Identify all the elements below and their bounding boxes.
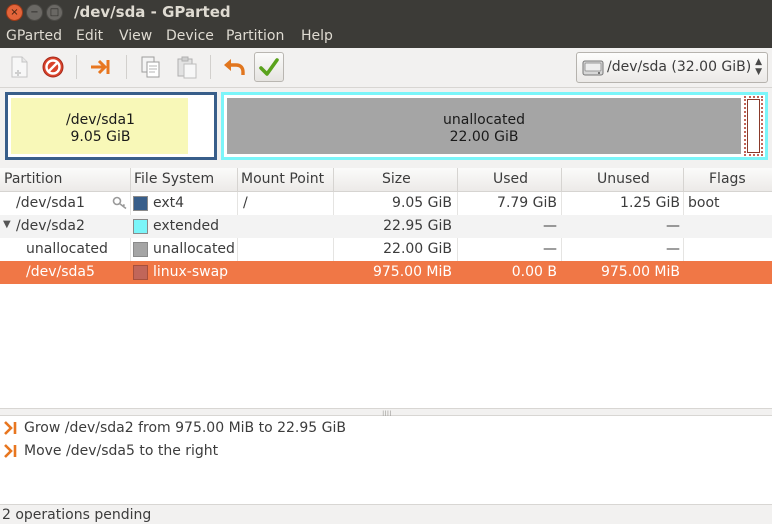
new-partition-button[interactable] bbox=[4, 52, 34, 82]
undo-button[interactable] bbox=[219, 52, 249, 82]
cell-mount-point: / bbox=[243, 195, 248, 211]
cell-partition: /dev/sda2 bbox=[16, 218, 85, 234]
close-window-button[interactable]: × bbox=[6, 4, 23, 21]
partition-map: /dev/sda1 9.05 GiB unallocated 22.00 GiB bbox=[0, 88, 772, 166]
cell-partition: unallocated bbox=[26, 241, 108, 257]
cell-size: 9.05 GiB bbox=[392, 195, 452, 211]
window-title: /dev/sda - GParted bbox=[74, 3, 231, 21]
filesystem-color-swatch bbox=[133, 196, 148, 211]
map-sda1-name: /dev/sda1 bbox=[66, 112, 135, 128]
operation-icon bbox=[4, 421, 17, 435]
device-label: /dev/sda (32.00 GiB) bbox=[607, 59, 752, 75]
cell-unused: — bbox=[666, 241, 680, 257]
cell-flags: boot bbox=[688, 195, 720, 211]
cell-filesystem: unallocated bbox=[153, 241, 235, 257]
operation-text: Grow /dev/sda2 from 975.00 MiB to 22.95 … bbox=[24, 420, 346, 436]
map-partition-sda1[interactable]: /dev/sda1 9.05 GiB bbox=[5, 92, 217, 160]
new-icon bbox=[11, 56, 28, 78]
lock-icon bbox=[112, 196, 127, 210]
menu-view[interactable]: View bbox=[119, 28, 152, 44]
cell-unused: — bbox=[666, 218, 680, 234]
column-header-flags[interactable]: Flags bbox=[709, 171, 746, 187]
undo-icon bbox=[224, 59, 245, 75]
map-unallocated-size: 22.00 GiB bbox=[449, 129, 519, 145]
menu-gparted[interactable]: GParted bbox=[6, 28, 62, 44]
cell-unused: 975.00 MiB bbox=[600, 264, 680, 280]
cell-size: 22.95 GiB bbox=[383, 218, 452, 234]
menu-device[interactable]: Device bbox=[166, 28, 214, 44]
cell-size: 975.00 MiB bbox=[372, 264, 452, 280]
resize-move-button[interactable] bbox=[86, 52, 116, 82]
status-text: 2 operations pending bbox=[2, 507, 152, 523]
status-bar: 2 operations pending bbox=[0, 504, 772, 524]
table-row[interactable]: /dev/sda1 ext4 / 9.05 GiB 7.79 GiB 1.25 … bbox=[0, 192, 772, 215]
menu-bar: GParted Edit View Device Partition Help bbox=[0, 25, 772, 48]
column-header-mount-point[interactable]: Mount Point bbox=[241, 171, 324, 187]
apply-button[interactable] bbox=[254, 52, 284, 82]
cell-size: 22.00 GiB bbox=[383, 241, 452, 257]
cell-used: 7.79 GiB bbox=[497, 195, 557, 211]
title-bar: × − □ /dev/sda - GParted bbox=[0, 0, 772, 25]
delete-icon bbox=[42, 56, 64, 78]
cell-filesystem: extended bbox=[153, 218, 220, 234]
cell-partition: /dev/sda1 bbox=[16, 195, 85, 211]
table-row[interactable]: unallocated unallocated 22.00 GiB — — bbox=[0, 238, 772, 261]
cell-partition: /dev/sda5 bbox=[26, 264, 95, 280]
harddisk-icon bbox=[582, 60, 604, 76]
filesystem-color-swatch bbox=[133, 265, 148, 280]
table-row-selected[interactable]: /dev/sda5 linux-swap 975.00 MiB 0.00 B 9… bbox=[0, 261, 772, 284]
operation-item[interactable]: Move /dev/sda5 to the right bbox=[0, 440, 772, 463]
copy-button[interactable] bbox=[136, 52, 166, 82]
filesystem-color-swatch bbox=[133, 242, 148, 257]
copy-icon bbox=[141, 56, 160, 78]
column-header-used[interactable]: Used bbox=[493, 171, 528, 187]
filesystem-color-swatch bbox=[133, 219, 148, 234]
map-unallocated[interactable]: unallocated 22.00 GiB bbox=[227, 98, 741, 154]
table-header: Partition File System Mount Point Size U… bbox=[0, 168, 772, 192]
cell-used: — bbox=[543, 241, 557, 257]
chevron-updown-icon: ▲ ▼ bbox=[755, 57, 762, 77]
cell-unused: 1.25 GiB bbox=[620, 195, 680, 211]
partition-table: Partition File System Mount Point Size U… bbox=[0, 168, 772, 408]
expander-arrow-icon[interactable]: ▼ bbox=[3, 219, 11, 230]
menu-help[interactable]: Help bbox=[301, 28, 333, 44]
resize-move-icon bbox=[91, 59, 110, 75]
map-sda1-size: 9.05 GiB bbox=[70, 129, 131, 145]
paste-button[interactable] bbox=[172, 52, 202, 82]
pending-operations-list: Grow /dev/sda2 from 975.00 MiB to 22.95 … bbox=[0, 416, 772, 504]
delete-partition-button[interactable] bbox=[38, 52, 68, 82]
map-partition-sda2-extended[interactable]: unallocated 22.00 GiB bbox=[221, 92, 768, 160]
paste-icon bbox=[177, 56, 197, 79]
map-partition-sda5[interactable] bbox=[744, 96, 763, 156]
pane-splitter[interactable]: |||| bbox=[0, 408, 772, 418]
operation-icon bbox=[4, 444, 17, 458]
map-unallocated-name: unallocated bbox=[443, 112, 525, 128]
operation-item[interactable]: Grow /dev/sda2 from 975.00 MiB to 22.95 … bbox=[0, 417, 772, 440]
column-header-size[interactable]: Size bbox=[382, 171, 411, 187]
maximize-window-button[interactable]: □ bbox=[46, 4, 63, 21]
column-header-partition[interactable]: Partition bbox=[4, 171, 62, 187]
cell-used: — bbox=[543, 218, 557, 234]
column-header-filesystem[interactable]: File System bbox=[134, 171, 214, 187]
menu-edit[interactable]: Edit bbox=[76, 28, 103, 44]
minimize-window-button[interactable]: − bbox=[26, 4, 43, 21]
cell-filesystem: linux-swap bbox=[153, 264, 229, 280]
cell-used: 0.00 B bbox=[511, 264, 557, 280]
column-header-unused[interactable]: Unused bbox=[597, 171, 650, 187]
apply-icon bbox=[259, 58, 279, 76]
device-selector[interactable]: /dev/sda (32.00 GiB) ▲ ▼ bbox=[576, 52, 768, 83]
cell-filesystem: ext4 bbox=[153, 195, 185, 211]
table-row[interactable]: ▼ /dev/sda2 extended 22.95 GiB — — bbox=[0, 215, 772, 238]
operation-text: Move /dev/sda5 to the right bbox=[24, 443, 219, 459]
menu-partition[interactable]: Partition bbox=[226, 28, 284, 44]
